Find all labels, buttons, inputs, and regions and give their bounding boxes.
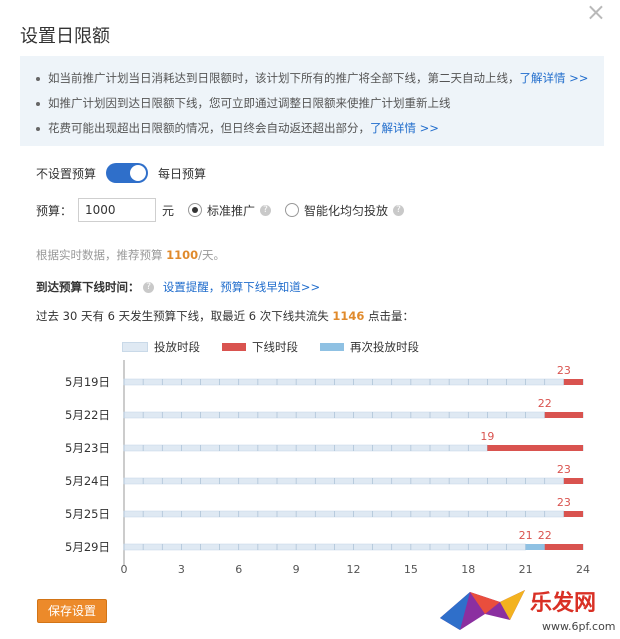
offline-timeline-chart: 5月19日 23 5月22日 22 5月23日 19 5月24日 23 5月25日 23 5月29日… xyxy=(65,360,590,575)
budget-toggle-switch[interactable] xyxy=(106,163,149,183)
offline-bar xyxy=(563,478,583,484)
offline-hour-label: 22 xyxy=(538,397,552,410)
close-icon[interactable]: × xyxy=(586,0,606,24)
daily-budget-label: 每日预算 xyxy=(158,166,207,181)
legend-item-relaunch: 再次投放时段 xyxy=(320,339,419,355)
no-budget-label: 不设置预算 xyxy=(36,166,97,181)
offline-hour-label: 23 xyxy=(557,463,571,476)
legend-swatch xyxy=(320,343,344,351)
x-tick-label: 15 xyxy=(404,563,418,575)
x-tick-label: 21 xyxy=(519,563,533,575)
row-date-label: 5月24日 xyxy=(65,474,110,488)
offline-hour-label: 23 xyxy=(557,496,571,509)
active-bar xyxy=(123,543,526,551)
notice-item: 花费可能出现超出日限额的情况，但日终会自动返还超出部分，了解详情 >> xyxy=(36,116,588,141)
standard-promo-radio[interactable] xyxy=(188,203,203,217)
help-icon[interactable]: ? xyxy=(260,204,272,216)
legend-item-active: 投放时段 xyxy=(122,339,200,355)
save-settings-button[interactable]: 保存设置 xyxy=(37,599,107,623)
relaunch-bar xyxy=(525,544,545,550)
smart-even-label: 智能化均匀投放 xyxy=(304,203,389,218)
offline-hour-label: 22 xyxy=(538,529,552,542)
active-bar xyxy=(123,510,565,518)
amount-row: 预算： 元 标准推广 ? 智能化均匀投放 ? xyxy=(36,198,405,222)
toggle-knob xyxy=(130,165,147,181)
lost-clicks-value: 1146 xyxy=(332,309,365,323)
offline-hour-label: 23 xyxy=(557,364,571,377)
x-tick-label: 0 xyxy=(121,563,128,575)
x-tick-label: 24 xyxy=(576,563,590,575)
offline-hour-label: 19 xyxy=(480,430,494,443)
x-tick-label: 6 xyxy=(235,563,242,575)
active-bar xyxy=(123,444,488,452)
watermark-url: www.6pf.com xyxy=(542,620,616,633)
amount-unit: 元 xyxy=(162,203,175,218)
budget-amount-input[interactable] xyxy=(78,198,157,222)
suggested-budget-value: 1100 xyxy=(166,248,199,262)
help-icon[interactable]: ? xyxy=(393,204,405,216)
legend-swatch xyxy=(122,342,148,352)
offline-bar xyxy=(544,412,583,418)
watermark-logo: 乐发网 www.6pf.com xyxy=(440,590,616,633)
offline-bar xyxy=(487,445,583,451)
help-icon[interactable]: ? xyxy=(143,282,155,293)
offline-bar xyxy=(544,544,583,550)
x-tick-label: 3 xyxy=(178,563,185,575)
standard-promo-label: 标准推广 xyxy=(207,203,256,218)
past-summary-text: 过去 30 天有 6 天发生预算下线，取最近 6 次下线共流失 1146 点击量… xyxy=(36,309,415,323)
notice-item: 如当前推广计划当日消耗达到日限额时，该计划下所有的推广将全部下线，第二天自动上线… xyxy=(36,66,588,91)
smart-even-radio[interactable] xyxy=(285,203,300,217)
row-date-label: 5月23日 xyxy=(65,441,110,455)
offline-hour-label: 21 xyxy=(519,529,533,542)
offline-time-label: 到达预算下线时间： xyxy=(36,280,140,294)
x-tick-label: 9 xyxy=(293,563,300,575)
active-bar xyxy=(123,477,565,485)
row-date-label: 5月22日 xyxy=(65,408,110,422)
daily-limit-dialog: 设置日限额 × 如当前推广计划当日消耗达到日限额时，该计划下所有的推广将全部下线… xyxy=(0,0,620,639)
row-date-label: 5月29日 xyxy=(65,540,110,554)
bullet-icon xyxy=(36,76,40,81)
set-reminder-link[interactable]: 设置提醒，预算下线早知道>> xyxy=(163,280,320,294)
watermark-brand: 乐发网 xyxy=(530,590,596,616)
x-tick-label: 12 xyxy=(347,563,361,575)
bullet-icon xyxy=(36,126,40,131)
learn-more-link[interactable]: 了解详情 >> xyxy=(370,121,439,135)
chart-legend: 投放时段 下线时段 再次投放时段 xyxy=(122,339,441,355)
active-bar xyxy=(123,378,565,386)
amount-label: 预算： xyxy=(36,203,73,218)
notice-box: 如当前推广计划当日消耗达到日限额时，该计划下所有的推广将全部下线，第二天自动上线… xyxy=(20,56,604,146)
learn-more-link[interactable]: 了解详情 >> xyxy=(520,71,589,85)
budget-toggle-row: 不设置预算 每日预算 xyxy=(36,163,206,183)
row-date-label: 5月19日 xyxy=(65,375,110,389)
offline-bar xyxy=(563,511,583,517)
row-date-label: 5月25日 xyxy=(65,507,110,521)
notice-item: 如推广计划因到达日限额下线，您可立即通过调整日限额来使推广计划重新上线 xyxy=(36,91,588,116)
dialog-title: 设置日限额 xyxy=(20,26,110,47)
x-tick-label: 18 xyxy=(461,563,475,575)
offline-bar xyxy=(563,379,583,385)
suggested-budget-text: 根据实时数据，推荐预算 1100/天。 xyxy=(36,248,226,262)
legend-swatch xyxy=(222,343,246,351)
legend-item-offline: 下线时段 xyxy=(222,339,298,355)
offline-time-row: 到达预算下线时间： ? 设置提醒，预算下线早知道>> xyxy=(36,279,320,295)
bullet-icon xyxy=(36,101,40,106)
